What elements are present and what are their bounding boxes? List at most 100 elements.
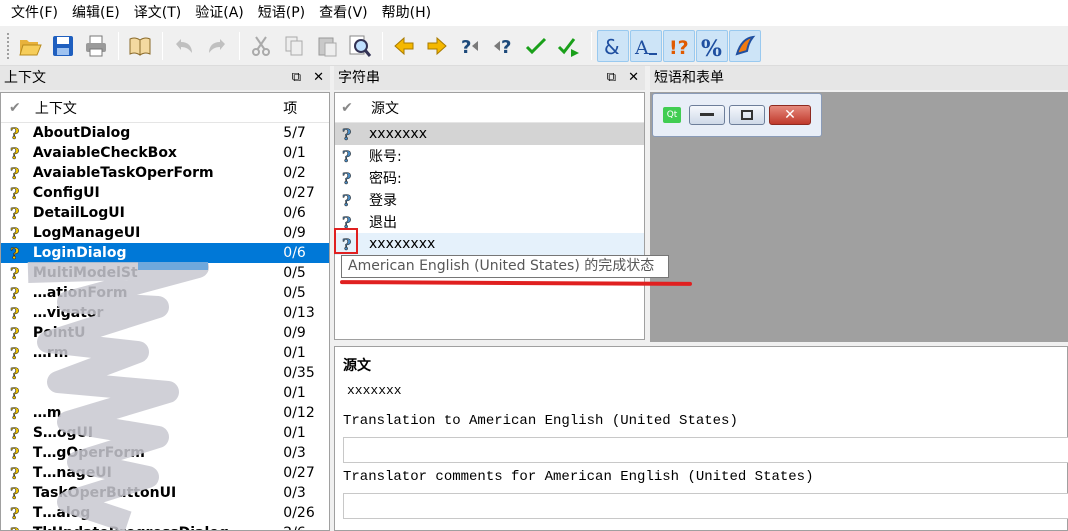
string-row[interactable]: ? 退出 <box>335 211 644 233</box>
accelerator-icon[interactable]: & <box>597 29 629 62</box>
unfinished-icon: ? <box>1 245 29 261</box>
string-source: 登录 <box>369 193 397 209</box>
maximize-button[interactable] <box>729 105 765 125</box>
context-row[interactable]: ? AvaiableTaskOperForm 0/2 <box>1 163 329 183</box>
punctuation-icon[interactable]: A <box>630 29 662 62</box>
svg-text:?: ? <box>461 37 471 58</box>
string-row[interactable]: ? 登录 <box>335 189 644 211</box>
translation-input[interactable] <box>343 437 1068 463</box>
context-items: 0/1 <box>283 145 306 161</box>
translation-label: Translation to American English (United … <box>343 413 738 429</box>
menubar: 文件(F) 编辑(E) 译文(T) 验证(A) 短语(P) 查看(V) 帮助(H… <box>0 0 1068 26</box>
unfinished-icon: ? <box>335 170 359 186</box>
string-row[interactable]: ? 账号: <box>335 145 644 167</box>
svg-text:?: ? <box>10 205 19 221</box>
done-and-next-icon[interactable] <box>553 30 585 62</box>
context-items: 0/5 <box>283 265 306 281</box>
menu-file[interactable]: 文件(F) <box>4 0 65 26</box>
menu-translation[interactable]: 译文(T) <box>127 0 188 26</box>
context-items: 0/3 <box>283 445 306 461</box>
context-items: 2/6 <box>283 525 329 530</box>
context-items: 0/27 <box>283 185 315 201</box>
context-row[interactable]: ? ConfigUI 0/27 <box>1 183 329 203</box>
string-row[interactable]: ? 密码: <box>335 167 644 189</box>
phrase-book-icon[interactable] <box>124 30 156 62</box>
toolbar: ? ? & A !? % <box>0 26 1068 66</box>
surrounding-whitespace-icon[interactable] <box>729 29 761 62</box>
strings-panel-title-text: 字符串 <box>338 70 380 86</box>
svg-text:&: & <box>604 35 620 58</box>
svg-text:A: A <box>634 37 649 58</box>
menu-view[interactable]: 查看(V) <box>312 0 375 26</box>
comments-input[interactable] <box>343 493 1068 519</box>
unfinished-icon: ? <box>1 225 29 241</box>
items-col-header[interactable]: 项 <box>283 98 329 118</box>
close-icon: ✕ <box>784 107 796 123</box>
minimize-button[interactable] <box>689 105 725 125</box>
strings-panel-title: 字符串 ⧉ ✕ <box>334 66 645 90</box>
redo-icon[interactable] <box>201 30 233 62</box>
cut-icon[interactable] <box>245 30 277 62</box>
unfinished-icon: ? <box>1 205 29 221</box>
paste-icon[interactable] <box>311 30 343 62</box>
context-items: 0/1 <box>283 345 306 361</box>
next-unfinished-icon[interactable]: ? <box>487 30 519 62</box>
context-items: 0/26 <box>283 505 315 521</box>
menu-edit[interactable]: 编辑(E) <box>65 0 127 26</box>
form-preview-window[interactable]: Qt ✕ <box>652 93 822 137</box>
context-panel-title: 上下文 ⧉ ✕ <box>0 66 330 90</box>
context-items: 0/5 <box>283 285 306 301</box>
unfinished-icon: ? <box>1 125 29 141</box>
string-source: 退出 <box>369 215 397 231</box>
context-items: 0/35 <box>283 365 315 381</box>
context-items: 0/2 <box>283 165 306 181</box>
copy-icon[interactable] <box>278 30 310 62</box>
toolbar-separator <box>382 31 383 60</box>
string-row[interactable]: ? xxxxxxxx <box>335 233 644 255</box>
context-row[interactable]: ? AvaiableCheckBox 0/1 <box>1 143 329 163</box>
menu-validation[interactable]: 验证(A) <box>188 0 251 26</box>
done-icon[interactable] <box>520 30 552 62</box>
context-row[interactable]: ? LogManageUI 0/9 <box>1 223 329 243</box>
toolbar-grip[interactable] <box>6 31 10 60</box>
unfinished-icon: ? <box>335 148 359 164</box>
phrase-matches-icon[interactable]: !? <box>663 29 695 62</box>
prev-icon[interactable] <box>388 30 420 62</box>
placeholder-icon[interactable]: % <box>696 29 728 62</box>
close-button[interactable]: ✕ <box>769 105 811 125</box>
close-icon[interactable]: ✕ <box>313 66 324 90</box>
next-icon[interactable] <box>421 30 453 62</box>
prev-unfinished-icon[interactable]: ? <box>454 30 486 62</box>
float-icon[interactable]: ⧉ <box>607 66 616 90</box>
svg-text:?: ? <box>10 145 19 161</box>
source-label: 源文 <box>343 358 371 374</box>
save-icon[interactable] <box>47 30 79 62</box>
context-items: 0/9 <box>283 325 306 341</box>
undo-icon[interactable] <box>168 30 200 62</box>
comments-label: Translator comments for American English… <box>343 469 814 485</box>
context-items: 0/6 <box>283 205 306 221</box>
redaction-scribble <box>27 262 209 531</box>
maximize-icon <box>741 110 753 120</box>
open-icon[interactable] <box>14 30 46 62</box>
menu-help[interactable]: 帮助(H) <box>375 0 438 26</box>
context-row[interactable]: ? AboutDialog 5/7 <box>1 123 329 143</box>
find-icon[interactable] <box>344 30 376 62</box>
close-icon[interactable]: ✕ <box>628 66 639 90</box>
context-name: ConfigUI <box>32 185 100 201</box>
context-col-header[interactable]: 上下文 <box>29 98 283 118</box>
context-row[interactable]: ? LoginDialog 0/6 <box>1 243 329 263</box>
svg-text:?: ? <box>342 192 351 208</box>
context-name: AvaiableCheckBox <box>32 145 177 161</box>
source-col-header[interactable]: 源文 <box>359 98 399 118</box>
context-name: DetailLogUI <box>32 205 125 221</box>
string-row[interactable]: ? xxxxxxx <box>335 123 644 145</box>
context-items: 0/27 <box>283 465 315 481</box>
float-icon[interactable]: ⧉ <box>292 66 301 90</box>
context-name: LoginDialog <box>32 245 127 261</box>
print-icon[interactable] <box>80 30 112 62</box>
unfinished-icon: ? <box>335 126 359 142</box>
context-row[interactable]: ? DetailLogUI 0/6 <box>1 203 329 223</box>
unfinished-icon: ? <box>1 145 29 161</box>
menu-phrases[interactable]: 短语(P) <box>251 0 312 26</box>
